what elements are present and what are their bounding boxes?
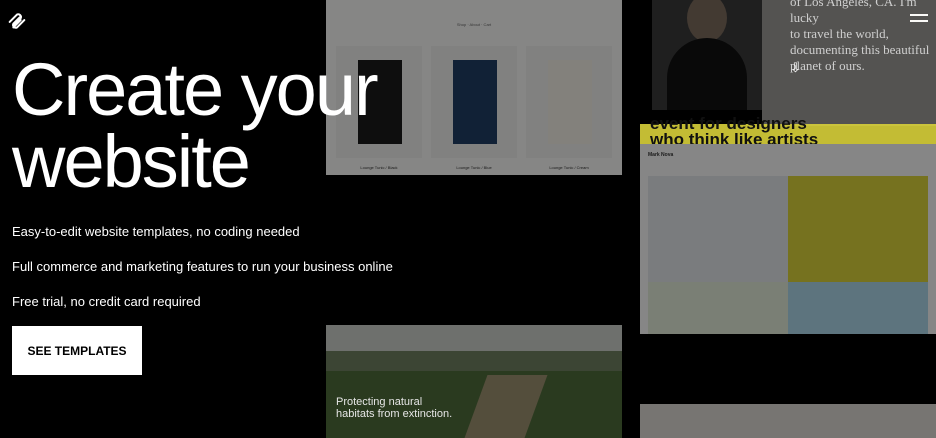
feature-item: Full commerce and marketing features to … <box>12 259 393 274</box>
template-preview-bottom <box>640 404 936 438</box>
squarespace-logo-icon[interactable] <box>6 10 28 32</box>
template-preview-portrait <box>652 0 762 110</box>
studio-title: Mark Nova <box>648 152 674 158</box>
product-card: Lounge Tunic / Blue <box>431 46 517 170</box>
studio-tile-book <box>648 176 788 282</box>
see-templates-button[interactable]: SEE TEMPLATES <box>12 326 142 375</box>
portrait-head <box>687 0 727 42</box>
template-preview-nature-text: Protecting natural habitats from extinct… <box>336 396 453 420</box>
nature-hill <box>326 351 622 371</box>
tunic-blue <box>453 60 497 144</box>
arrow-down-icon: ⇩ <box>790 60 801 75</box>
studio-tile-blue <box>788 282 928 334</box>
nature-path <box>464 375 548 438</box>
studio-tile-yellow <box>788 176 928 282</box>
shop-nav: Shop · About · Cart <box>456 22 492 27</box>
product-caption: Lounge Tunic / Cream <box>549 165 589 170</box>
product-caption: Lounge Tunic / Blue <box>456 165 492 170</box>
feature-item: Free trial, no credit card required <box>12 294 201 309</box>
hero-title: Create your website <box>12 48 379 203</box>
product-card: Lounge Tunic / Cream <box>526 46 612 170</box>
template-preview-bio-text: of Los Angeles, CA. I'm lucky to travel … <box>790 0 930 73</box>
feature-item: Easy-to-edit website templates, no codin… <box>12 224 300 239</box>
feature-list: Easy-to-edit website templates, no codin… <box>12 224 393 329</box>
template-preview-studio: Mark Nova <box>640 144 936 334</box>
tunic-cream <box>548 60 592 144</box>
template-preview-band-text: event for designers who think like artis… <box>650 116 819 144</box>
template-preview-nature <box>326 325 622 438</box>
studio-tile-green <box>648 282 788 334</box>
portrait-body <box>667 38 747 110</box>
